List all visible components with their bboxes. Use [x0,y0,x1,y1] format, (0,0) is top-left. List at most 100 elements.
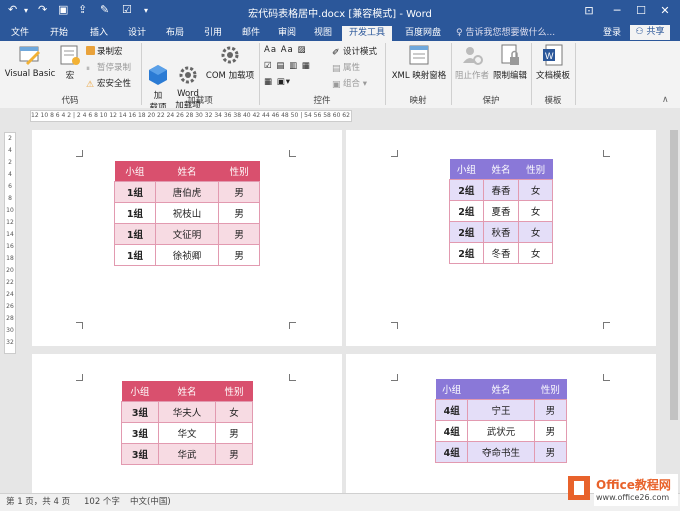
table-cell[interactable]: 3组 [121,422,159,444]
horizontal-ruler[interactable]: 12 10 8 6 4 2 | 2 4 6 8 10 12 14 16 18 2… [30,110,352,122]
block-authors-button[interactable]: 阻止作者 [454,43,490,81]
tab-layout[interactable]: 布局 [160,26,190,41]
ribbon-display-options-icon[interactable]: ⊡ [576,2,602,20]
table-cell[interactable]: 2组 [449,179,484,201]
collapse-ribbon-icon[interactable]: ∧ [662,95,669,105]
record-macro-button[interactable]: 录制宏 [86,45,123,57]
minimize-icon[interactable]: ─ [604,2,630,20]
rich-text-control-icon[interactable]: Aa [264,45,277,55]
table-group-3[interactable]: 小组 姓名 性别 3组 华夫人 女 3组 华文 男 3组 华武 男 [121,381,253,465]
maximize-icon[interactable]: ☐ [628,2,654,20]
table-cell[interactable]: 男 [218,244,260,266]
table-header-row: 小组 姓名 性别 [114,161,260,182]
properties-button[interactable]: ▤ 属性 [332,61,360,74]
table-cell[interactable]: 4组 [434,441,469,463]
table-cell[interactable]: 夺命书生 [467,441,535,463]
tab-view[interactable]: 视图 [308,26,338,41]
table-group-1[interactable]: 小组 姓名 性别 1组 唐伯虎 男 1组 祝枝山 男 1组 文征明 男 1组 徐… [114,161,260,266]
table-row: 2组 春香 女 [449,179,553,201]
tab-mailings[interactable]: 邮件 [236,26,266,41]
tab-design[interactable]: 设计 [122,26,152,41]
tab-baidu-netdisk[interactable]: 百度网盘 [398,26,448,41]
date-control-icon[interactable]: ▦ [302,61,311,71]
table-cell[interactable]: 秋香 [482,221,520,243]
table-cell[interactable]: 祝枝山 [154,202,220,224]
table-cell[interactable]: 女 [518,179,553,201]
legacy-tools-icon[interactable]: ▣▾ [277,77,291,87]
table-cell[interactable]: 华夫人 [157,401,217,423]
scrollbar-thumb[interactable] [670,130,678,420]
tell-me-search[interactable]: ♀ 告诉我您想要做什么... [456,26,555,41]
group-button[interactable]: ▣ 组合 ▾ [332,77,367,90]
table-cell[interactable]: 男 [218,202,260,224]
header-gender: 性别 [534,379,567,400]
page-count[interactable]: 第 1 页，共 4 页 [6,494,70,510]
language-indicator[interactable]: 中文(中国) [130,494,171,510]
legacy-controls[interactable]: ▦ ▣▾ [264,77,291,87]
table-cell[interactable]: 3组 [121,443,159,465]
pause-recording-button[interactable]: ⏸ 暂停录制 [86,61,131,73]
table-cell[interactable]: 1组 [114,223,156,245]
tab-file[interactable]: 文件 [6,26,34,41]
dropdown-control-icon[interactable]: ▥ [289,61,298,71]
table-cell[interactable]: 女 [518,242,553,264]
table-cell[interactable]: 夏香 [482,200,520,222]
table-cell[interactable]: 1组 [114,181,156,203]
table-group-4[interactable]: 小组 姓名 性别 4组 宁王 男 4组 武状元 男 4组 夺命书生 男 [434,379,568,463]
close-icon[interactable]: ✕ [652,2,678,20]
xml-mapping-pane-button[interactable]: XML 映射窗格 [390,43,448,81]
word-count[interactable]: 102 个字 [84,494,120,510]
table-cell[interactable]: 女 [518,200,553,222]
tab-insert[interactable]: 插入 [84,26,114,41]
table-cell[interactable]: 唐伯虎 [154,181,220,203]
table-cell[interactable]: 男 [533,420,568,442]
tab-review[interactable]: 审阅 [272,26,302,41]
checkbox-control-icon[interactable]: ☑ [264,61,273,71]
table-cell[interactable]: 宁王 [467,399,535,421]
table-cell[interactable]: 女 [215,401,253,423]
design-mode-button[interactable]: ✐ 设计模式 [332,45,377,58]
table-cell[interactable]: 华武 [157,443,217,465]
login-link[interactable]: 登录 [603,26,621,41]
table-cell[interactable]: 男 [215,422,253,444]
table-cell[interactable]: 4组 [434,399,469,421]
repeating-section-icon[interactable]: ▦ [264,77,273,87]
table-cell[interactable]: 武状元 [467,420,535,442]
table-cell[interactable]: 男 [218,181,260,203]
plain-text-control-icon[interactable]: Aa [281,45,294,55]
document-template-button[interactable]: W 文档模板 [534,43,572,81]
table-group-2[interactable]: 小组 姓名 性别 2组 春香 女 2组 夏香 女 2组 秋香 女 2组 冬香 女 [449,159,553,264]
vertical-scrollbar[interactable] [668,124,680,493]
table-cell[interactable]: 春香 [482,179,520,201]
table-cell[interactable]: 华文 [157,422,217,444]
share-button[interactable]: ⚇ 共享 [630,25,670,40]
table-cell[interactable]: 2组 [449,221,484,243]
restrict-editing-button[interactable]: 限制编辑 [492,43,528,81]
text-controls[interactable]: Aa Aa ▨ [264,45,307,55]
table-cell[interactable]: 男 [533,399,568,421]
combobox-control-icon[interactable]: ▤ [276,61,285,71]
tab-references[interactable]: 引用 [198,26,228,41]
table-cell[interactable]: 4组 [434,420,469,442]
tab-home[interactable]: 开始 [44,26,74,41]
table-cell[interactable]: 男 [215,443,253,465]
vertical-ruler[interactable]: 2 4 2 4 6 8 10 12 14 16 18 20 22 24 26 28 30 32 [4,132,16,354]
table-cell[interactable]: 男 [218,223,260,245]
table-cell[interactable]: 冬香 [482,242,520,264]
table-cell[interactable]: 1组 [114,202,156,224]
list-controls[interactable]: ☑ ▤ ▥ ▦ [264,61,311,71]
table-cell[interactable]: 文征明 [154,223,220,245]
tab-developer[interactable]: 开发工具 [342,26,392,41]
com-addins-button[interactable]: COM 加载项 [204,43,256,81]
table-cell[interactable]: 2组 [449,242,484,264]
picture-control-icon[interactable]: ▨ [297,45,306,55]
macros-button[interactable]: 宏 [58,43,82,81]
table-cell[interactable]: 徐祯卿 [154,244,220,266]
macro-security-button[interactable]: ⚠ 宏安全性 [86,77,131,90]
table-cell[interactable]: 3组 [121,401,159,423]
table-cell[interactable]: 男 [533,441,568,463]
table-cell[interactable]: 1组 [114,244,156,266]
visual-basic-button[interactable]: Visual Basic [4,43,56,79]
table-cell[interactable]: 2组 [449,200,484,222]
table-cell[interactable]: 女 [518,221,553,243]
